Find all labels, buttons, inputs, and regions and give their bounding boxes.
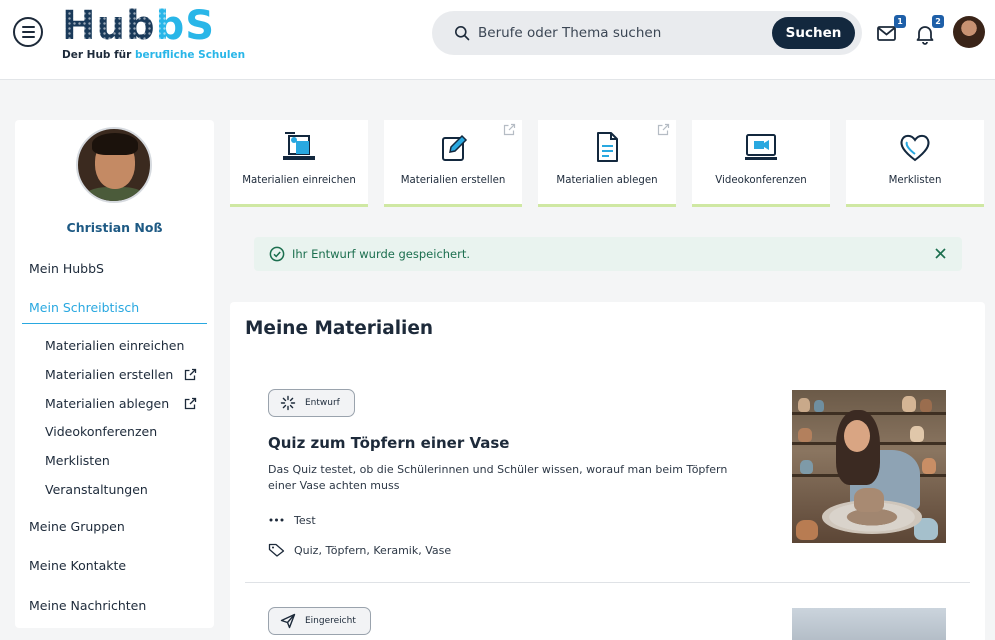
sidebar-item-mein-hubbs[interactable]: Mein HubbS bbox=[29, 261, 104, 276]
item-divider bbox=[245, 582, 970, 583]
external-link-icon[interactable] bbox=[184, 397, 197, 410]
external-link-icon[interactable] bbox=[184, 368, 197, 381]
top-header: HubbS Der Hub für berufliche Schulen Suc… bbox=[0, 0, 995, 80]
sidebar-item-meine-kontakte[interactable]: Meine Kontakte bbox=[29, 558, 126, 573]
menu-icon[interactable] bbox=[13, 17, 43, 47]
profile-avatar[interactable] bbox=[76, 127, 152, 203]
status-badge-draft[interactable]: Entwurf bbox=[268, 389, 355, 417]
video-icon bbox=[745, 134, 777, 160]
messages-button[interactable]: 1 bbox=[876, 15, 906, 46]
active-divider bbox=[22, 323, 207, 324]
user-avatar[interactable] bbox=[953, 16, 985, 48]
material-title[interactable]: Quiz zum Töpfern einer Vase bbox=[268, 434, 509, 452]
search-bar: Suchen bbox=[432, 11, 862, 55]
page-title: Meine Materialien bbox=[245, 318, 434, 339]
mail-count-badge: 1 bbox=[894, 15, 906, 28]
document-icon bbox=[597, 132, 618, 162]
sidebar-sub-veranstaltungen[interactable]: Veranstaltungen bbox=[45, 482, 148, 497]
material-thumbnail[interactable] bbox=[792, 390, 946, 543]
tile-materialien-einreichen[interactable]: Materialien einreichen bbox=[230, 120, 368, 207]
sidebar-sub-materialien-einreichen[interactable]: Materialien einreichen bbox=[45, 338, 184, 353]
sidebar-item-meine-gruppen[interactable]: Meine Gruppen bbox=[29, 519, 125, 534]
sidebar-item-mein-schreibtisch[interactable]: Mein Schreibtisch bbox=[29, 300, 139, 315]
material-type: Test bbox=[268, 513, 316, 527]
close-icon[interactable] bbox=[933, 246, 948, 261]
external-link-icon bbox=[657, 123, 670, 136]
success-alert: Ihr Entwurf wurde gespeichert. bbox=[254, 237, 962, 271]
tile-videokonferenzen[interactable]: Videokonferenzen bbox=[692, 120, 830, 207]
more-dots-icon bbox=[269, 518, 284, 522]
notification-count-badge: 2 bbox=[932, 15, 944, 28]
external-link-icon bbox=[503, 123, 516, 136]
material-description: Das Quiz testet, ob die Schülerinnen und… bbox=[268, 463, 728, 492]
notifications-button[interactable]: 2 bbox=[914, 15, 944, 46]
material-tags: Quiz, Töpfern, Keramik, Vase bbox=[268, 543, 451, 557]
sidebar-sub-videokonferenzen[interactable]: Videokonferenzen bbox=[45, 424, 157, 439]
search-button[interactable]: Suchen bbox=[772, 17, 855, 49]
material-thumbnail[interactable] bbox=[792, 608, 946, 640]
heart-icon bbox=[900, 134, 930, 162]
tag-icon bbox=[268, 543, 285, 557]
status-badge-submitted[interactable]: Eingereicht bbox=[268, 607, 371, 635]
logo-tagline: Der Hub für berufliche Schulen bbox=[62, 49, 246, 61]
search-icon bbox=[455, 26, 470, 41]
edit-icon bbox=[442, 134, 468, 161]
tile-materialien-ablegen[interactable]: Materialien ablegen bbox=[538, 120, 676, 207]
send-icon bbox=[280, 613, 296, 629]
hubbs-logo[interactable]: HubbS Der Hub für berufliche Schulen bbox=[62, 3, 245, 62]
profile-name[interactable]: Christian Noß bbox=[15, 220, 214, 235]
materials-panel: Meine Materialien Entwurf Quiz zum Töpfe… bbox=[230, 302, 985, 640]
search-input[interactable] bbox=[478, 19, 768, 47]
sidebar: Christian Noß Mein HubbS Mein Schreibtis… bbox=[15, 120, 214, 628]
sidebar-sub-materialien-ablegen[interactable]: Materialien ablegen bbox=[45, 396, 169, 411]
presenter-icon bbox=[283, 132, 315, 160]
alert-message: Ihr Entwurf wurde gespeichert. bbox=[292, 247, 471, 261]
sidebar-sub-materialien-erstellen[interactable]: Materialien erstellen bbox=[45, 367, 173, 382]
sidebar-item-meine-nachrichten[interactable]: Meine Nachrichten bbox=[29, 598, 146, 613]
check-circle-icon bbox=[269, 246, 285, 262]
tile-merklisten[interactable]: Merklisten bbox=[846, 120, 984, 207]
logo-wordmark: HubbS bbox=[62, 3, 216, 49]
tile-materialien-erstellen[interactable]: Materialien erstellen bbox=[384, 120, 522, 207]
spinner-icon bbox=[280, 395, 296, 411]
sidebar-sub-merklisten[interactable]: Merklisten bbox=[45, 453, 110, 468]
